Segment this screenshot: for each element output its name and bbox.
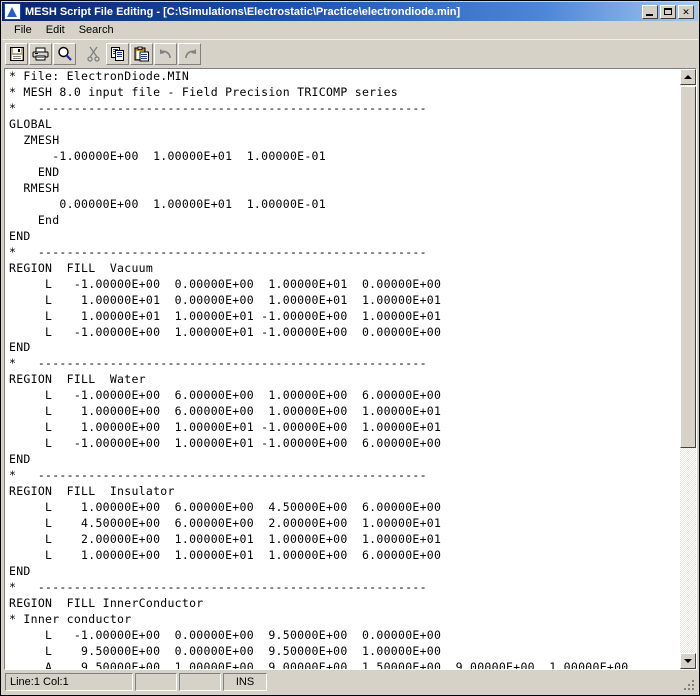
code-line: L 1.00000E+00 1.00000E+01 -1.00000E+00 1… xyxy=(9,420,442,435)
redo-arrow-icon xyxy=(182,47,198,61)
code-line: L 1.00000E+01 1.00000E+01 -1.00000E+00 1… xyxy=(9,308,442,323)
code-line: L 1.00000E+01 0.00000E+00 1.00000E+01 1.… xyxy=(9,292,442,307)
scissors-icon xyxy=(86,46,101,62)
code-line: L -1.00000E+00 6.00000E+00 1.00000E+00 6… xyxy=(9,388,442,403)
code-line: L 4.50000E+00 6.00000E+00 2.00000E+00 1.… xyxy=(9,516,442,531)
code-line: * Inner conductor xyxy=(9,611,132,626)
code-line: L 1.00000E+00 6.00000E+00 1.00000E+00 1.… xyxy=(9,404,442,419)
status-pane-3 xyxy=(179,673,221,691)
editor-frame: * File: ElectronDiode.MIN * MESH 8.0 inpu… xyxy=(4,68,697,670)
code-line: ZMESH xyxy=(9,132,60,147)
toolbar xyxy=(2,39,698,67)
menu-item-file[interactable]: File xyxy=(7,23,39,37)
cut-button[interactable] xyxy=(82,42,105,65)
undo-arrow-icon xyxy=(158,47,174,61)
code-line: 0.00000E+00 1.00000E+01 1.00000E-01 xyxy=(9,196,326,211)
magnifier-icon xyxy=(57,46,73,62)
resize-grip-icon[interactable] xyxy=(682,678,696,692)
minimize-button[interactable] xyxy=(642,4,658,19)
maximize-button[interactable] xyxy=(660,4,676,19)
mesh-script-editor-window: MESH Script File Editing - [C:\Simulatio… xyxy=(0,0,700,696)
status-cursor-position: Line:1 Col:1 xyxy=(5,673,133,691)
code-line: REGION FILL Insulator xyxy=(9,484,175,499)
scroll-down-arrow-icon xyxy=(684,659,692,663)
window-controls: ✕ xyxy=(642,4,694,19)
code-line: * --------------------------------------… xyxy=(9,244,427,259)
code-line: L -1.00000E+00 0.00000E+00 1.00000E+01 0… xyxy=(9,276,442,291)
code-line: * --------------------------------------… xyxy=(9,468,427,483)
code-line: REGION FILL InnerConductor xyxy=(9,595,204,610)
undo-button[interactable] xyxy=(154,42,177,65)
code-line: RMESH xyxy=(9,180,60,195)
menu-item-edit[interactable]: Edit xyxy=(39,23,72,37)
title-bar[interactable]: MESH Script File Editing - [C:\Simulatio… xyxy=(2,2,698,21)
paste-button[interactable] xyxy=(130,42,153,65)
code-line: L -1.00000E+00 1.00000E+01 -1.00000E+00 … xyxy=(9,436,442,451)
mesh-app-icon xyxy=(4,3,21,20)
scroll-up-button[interactable] xyxy=(680,69,696,85)
code-line: END xyxy=(9,452,31,467)
close-button[interactable]: ✕ xyxy=(678,4,694,19)
code-editor-area[interactable]: * File: ElectronDiode.MIN * MESH 8.0 inpu… xyxy=(5,69,681,669)
status-pane-2 xyxy=(135,673,177,691)
save-icon xyxy=(9,46,25,62)
code-line: * MESH 8.0 input file - Field Precision … xyxy=(9,84,398,99)
code-line: END xyxy=(9,564,31,579)
menu-bar: File Edit Search xyxy=(2,21,698,39)
find-button[interactable] xyxy=(53,42,76,65)
code-line: REGION FILL Water xyxy=(9,372,146,387)
code-line: A 9.50000E+00 1.00000E+00 9.00000E+00 1.… xyxy=(9,659,629,669)
close-icon: ✕ xyxy=(682,6,690,17)
code-line: END xyxy=(9,228,31,243)
redo-button[interactable] xyxy=(178,42,201,65)
code-line: REGION FILL Vacuum xyxy=(9,260,154,275)
script-text[interactable]: * File: ElectronDiode.MIN * MESH 8.0 inpu… xyxy=(9,69,629,669)
code-line: GLOBAL xyxy=(9,116,53,131)
code-line: L -1.00000E+00 0.00000E+00 9.50000E+00 0… xyxy=(9,627,442,642)
paste-icon xyxy=(134,46,150,62)
save-button[interactable] xyxy=(5,42,28,65)
code-line: END xyxy=(9,164,60,179)
scroll-down-button[interactable] xyxy=(680,653,696,669)
scrollbar-thumb[interactable] xyxy=(680,86,696,448)
code-line: L 1.00000E+00 1.00000E+01 1.00000E+00 6.… xyxy=(9,548,442,563)
code-line: L -1.00000E+00 1.00000E+01 -1.00000E+00 … xyxy=(9,324,442,339)
copy-icon xyxy=(110,46,126,62)
printer-icon xyxy=(32,46,50,62)
status-insert-mode: INS xyxy=(223,673,267,691)
code-line: End xyxy=(9,212,60,227)
code-line: * --------------------------------------… xyxy=(9,356,427,371)
print-button[interactable] xyxy=(29,42,52,65)
window-title: MESH Script File Editing - [C:\Simulatio… xyxy=(25,5,461,18)
status-bar: Line:1 Col:1 INS xyxy=(2,670,698,694)
code-line: L 1.00000E+00 6.00000E+00 4.50000E+00 6.… xyxy=(9,500,442,515)
code-line: * --------------------------------------… xyxy=(9,100,427,115)
code-line: L 9.50000E+00 0.00000E+00 9.50000E+00 1.… xyxy=(9,643,442,658)
code-line: L 2.00000E+00 1.00000E+01 1.00000E+00 1.… xyxy=(9,532,442,547)
code-line: -1.00000E+00 1.00000E+01 1.00000E-01 xyxy=(9,148,326,163)
menu-item-search[interactable]: Search xyxy=(72,23,121,37)
vertical-scrollbar[interactable] xyxy=(680,69,696,669)
code-line: END xyxy=(9,340,31,355)
scroll-up-arrow-icon xyxy=(684,75,692,79)
code-line: * File: ElectronDiode.MIN xyxy=(9,69,190,83)
copy-button[interactable] xyxy=(106,42,129,65)
code-line: * --------------------------------------… xyxy=(9,580,427,594)
